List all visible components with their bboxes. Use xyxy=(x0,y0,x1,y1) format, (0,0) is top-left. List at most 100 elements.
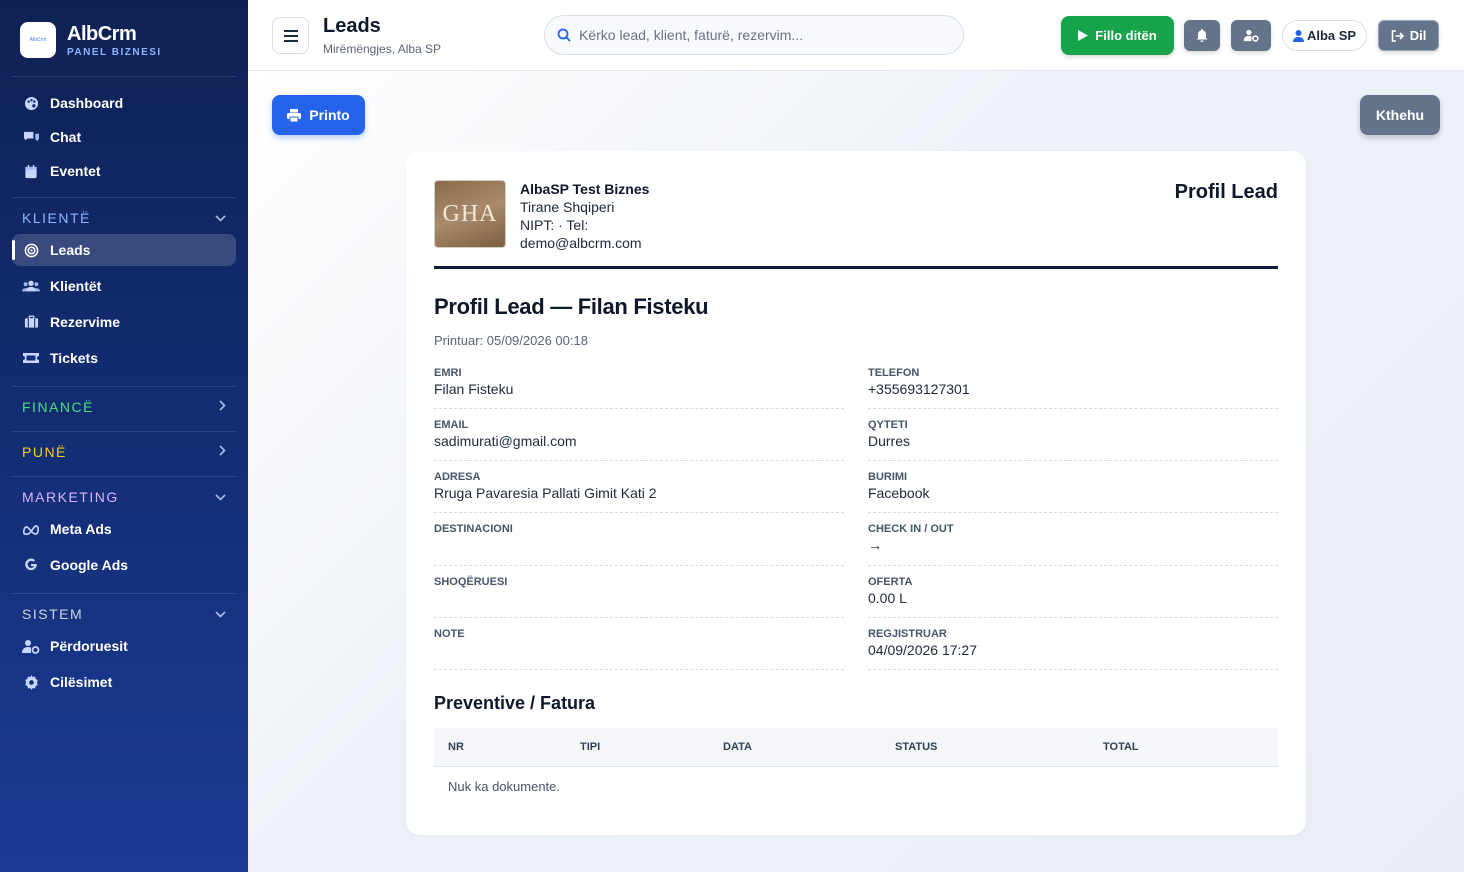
sidebar-item-label: Meta Ads xyxy=(50,521,112,537)
field-check-in-out: CHECK IN / OUT → xyxy=(868,513,1278,566)
section-klientet[interactable]: KLIENTË xyxy=(22,210,226,226)
section-marketing[interactable]: MARKETING xyxy=(22,489,226,505)
logout-label: Dil xyxy=(1409,28,1427,43)
sidebar-item-chat[interactable]: Chat xyxy=(12,121,236,153)
company-email: demo@albcrm.com xyxy=(520,235,642,251)
field-adresa: ADRESA Rruga Pavaresia Pallati Gimit Kat… xyxy=(434,461,844,513)
field-regjistruar: REGJISTRUAR 04/09/2026 17:27 xyxy=(868,618,1278,670)
divider xyxy=(12,476,236,477)
user-gear-icon xyxy=(1243,29,1259,42)
sidebar-item-rezervime[interactable]: Rezervime xyxy=(12,306,236,338)
user-gear-icon xyxy=(22,637,40,655)
ticket-icon xyxy=(22,349,40,367)
search-icon xyxy=(557,28,571,42)
field-label: REGJISTRUAR xyxy=(868,628,947,640)
sidebar-item-label: Leads xyxy=(50,242,91,258)
company-logo: GHA xyxy=(434,180,506,248)
sidebar-item-label: Dashboard xyxy=(50,95,124,111)
field-telefon: TELEFON +355693127301 xyxy=(868,357,1278,409)
back-label: Kthehu xyxy=(1375,107,1425,123)
field-value: 0.00 L xyxy=(868,590,907,606)
sidebar-item-cilesimet[interactable]: Cilësimet xyxy=(12,666,236,698)
print-label: Printo xyxy=(309,107,350,123)
section-label: PUNË xyxy=(22,444,67,460)
notifications-button[interactable] xyxy=(1184,20,1220,51)
section-sistem[interactable]: SISTEM xyxy=(22,606,226,622)
divider xyxy=(12,386,236,387)
gear-icon xyxy=(22,673,40,691)
divider xyxy=(12,197,236,198)
sidebar-item-eventet[interactable]: Eventet xyxy=(12,155,236,187)
printed-date: Printuar: 05/09/2026 00:18 xyxy=(434,333,588,348)
section-pune[interactable]: PUNË xyxy=(22,444,226,460)
field-email: EMAIL sadimurati@gmail.com xyxy=(434,409,844,461)
company-name: AlbaSP Test Biznes xyxy=(520,181,650,197)
sidebar-item-label: Google Ads xyxy=(50,557,129,573)
search-input[interactable] xyxy=(579,27,939,43)
user-icon xyxy=(1292,29,1304,42)
print-button[interactable]: Printo xyxy=(272,95,365,135)
user-name: Alba SP xyxy=(1306,28,1357,43)
document-type: Profil Lead xyxy=(1174,181,1278,203)
sidebar-item-label: Klientët xyxy=(50,278,102,294)
field-oferta: OFERTA 0.00 L xyxy=(868,566,1278,618)
field-label: BURIMI xyxy=(868,471,908,483)
brand-name: AlbCrm xyxy=(67,22,137,45)
brand[interactable]: AlbCrm AlbCrm PANEL BIZNESI xyxy=(20,22,162,58)
play-icon xyxy=(1078,30,1089,41)
field-destinacioni: DESTINACIONI xyxy=(434,513,844,566)
sidebar-item-perdoruesit[interactable]: Përdoruesit xyxy=(12,630,236,662)
chevron-down-icon xyxy=(215,490,226,504)
start-day-button[interactable]: Fillo ditën xyxy=(1061,16,1174,55)
sidebar-item-label: Rezervime xyxy=(50,314,121,330)
printer-icon xyxy=(287,108,302,122)
company-nipt-tel: NIPT: · Tel: xyxy=(520,217,589,233)
field-value: 04/09/2026 17:27 xyxy=(868,642,977,658)
field-emri: EMRI Filan Fisteku xyxy=(434,357,844,409)
column-header-status: STATUS xyxy=(895,741,938,753)
brand-logo: AlbCrm xyxy=(20,22,56,58)
logout-button[interactable]: Dil xyxy=(1378,20,1439,51)
team-button[interactable] xyxy=(1231,20,1271,51)
sidebar-item-klientet[interactable]: Klientët xyxy=(12,270,236,302)
column-header-nr: NR xyxy=(448,741,464,753)
logout-icon xyxy=(1391,29,1404,42)
search-box[interactable] xyxy=(544,15,964,55)
field-label: EMRI xyxy=(434,367,462,379)
sidebar-item-label: Përdoruesit xyxy=(50,638,128,654)
brand-subtitle: PANEL BIZNESI xyxy=(67,46,162,58)
sidebar-item-dashboard[interactable]: Dashboard xyxy=(12,87,236,119)
user-menu-button[interactable]: Alba SP xyxy=(1282,20,1367,51)
divider xyxy=(12,76,236,77)
sidebar-item-meta-ads[interactable]: Meta Ads xyxy=(12,513,236,545)
field-qyteti: QYTETI Durres xyxy=(868,409,1278,461)
greeting: Mirëmëngjes, Alba SP xyxy=(323,42,442,56)
menu-toggle-button[interactable] xyxy=(272,17,309,54)
invoices-section-title: Preventive / Fatura xyxy=(434,693,596,713)
section-finance[interactable]: FINANCË xyxy=(22,399,226,415)
sidebar: AlbCrm AlbCrm PANEL BIZNESI Dashboard Ch… xyxy=(0,0,248,872)
field-value: Durres xyxy=(868,433,911,449)
users-icon xyxy=(22,277,40,295)
hamburger-icon xyxy=(283,29,298,42)
sidebar-item-label: Chat xyxy=(50,129,82,145)
chevron-right-icon xyxy=(219,445,226,459)
sidebar-item-google-ads[interactable]: Google Ads xyxy=(12,549,236,581)
field-value: +355693127301 xyxy=(868,381,970,397)
back-button[interactable]: Kthehu xyxy=(1360,95,1440,135)
divider xyxy=(12,431,236,432)
invoices-table-header: NR TIPI DATA STATUS TOTAL xyxy=(434,728,1278,767)
field-label: EMAIL xyxy=(434,419,469,431)
field-value: Rruga Pavaresia Pallati Gimit Kati 2 xyxy=(434,485,657,501)
calendar-icon xyxy=(22,162,40,180)
bell-icon xyxy=(1196,29,1208,42)
google-icon xyxy=(22,556,40,574)
sidebar-item-tickets[interactable]: Tickets xyxy=(12,342,236,374)
field-value: Filan Fisteku xyxy=(434,381,514,397)
field-label: CHECK IN / OUT xyxy=(868,523,954,535)
sidebar-item-label: Tickets xyxy=(50,350,98,366)
chevron-down-icon xyxy=(215,211,226,225)
sidebar-item-leads[interactable]: Leads xyxy=(12,234,236,266)
field-note: NOTE xyxy=(434,618,844,670)
lead-profile-document: GHA AlbaSP Test Biznes Tirane Shqiperi N… xyxy=(406,151,1306,835)
